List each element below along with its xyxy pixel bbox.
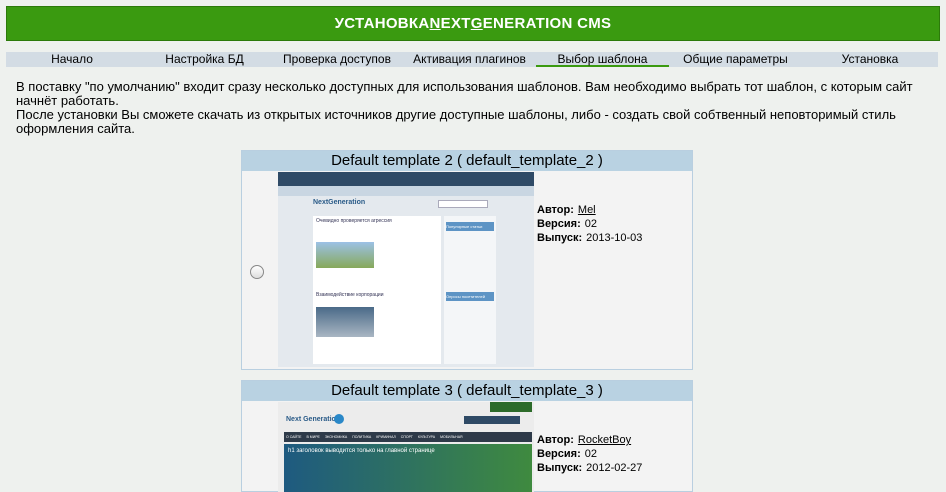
template-radio[interactable] <box>250 265 264 279</box>
preview-nav-item: ПОЛИТИКА <box>352 435 372 439</box>
author-label: Автор: <box>537 204 574 216</box>
preview-nav-item: О САЙТЕ <box>286 435 302 439</box>
version-row: Версия: 02 <box>537 447 642 461</box>
preview-social-icons <box>490 402 532 412</box>
tab-db-settings[interactable]: Настройка БД <box>138 52 271 67</box>
preview-logo: Next Generation <box>286 416 341 423</box>
release-row: Выпуск: 2012-02-27 <box>537 461 642 475</box>
page-header: УСТАНОВКА N EXT G ENERATION CMS <box>6 6 940 41</box>
preview-nav: О САЙТЕ В МИРЕ ЭКОНОМИКА ПОЛИТИКА КРИМИНАЛ СП… <box>284 432 532 442</box>
intro-paragraph: В поставку "по умолчанию" входит сразу н… <box>16 79 913 108</box>
intro-paragraph: После установки Вы сможете скачать из от… <box>16 107 896 136</box>
version-label: Версия: <box>537 218 581 230</box>
preview-cloud-band <box>278 186 534 196</box>
preview-post-title: Очевидно проверяется агрессия <box>316 218 392 224</box>
preview-widget-title: Опросы посетителей <box>446 292 494 301</box>
preview-search <box>464 416 520 424</box>
header-title-part: ENERATION CMS <box>482 15 612 32</box>
release-label: Выпуск: <box>537 232 583 244</box>
author-row: Автор: RocketBoy <box>537 433 642 447</box>
preview-post-image <box>316 307 374 337</box>
preview-post-title: Взаимодействие корпорации <box>316 292 384 298</box>
template-preview-image[interactable]: NextGeneration Очевидно проверяется агре… <box>278 172 534 367</box>
release-value: 2012-02-27 <box>586 462 643 474</box>
header-title-part: N <box>429 15 441 32</box>
preview-sidebar <box>444 216 496 364</box>
version-row: Версия: 02 <box>537 217 642 231</box>
preview-nav-item: КУЛЬТУРА <box>417 435 436 439</box>
intro-text: В поставку "по умолчанию" входит сразу н… <box>16 80 936 136</box>
preview-logo-icon <box>334 414 344 424</box>
tab-access-check[interactable]: Проверка доступов <box>271 52 403 67</box>
author-link[interactable]: Mel <box>578 204 596 216</box>
preview-search <box>438 200 488 208</box>
version-label: Версия: <box>537 448 581 460</box>
author-link[interactable]: RocketBoy <box>578 434 631 446</box>
template-title: Default template 2 ( default_template_2 … <box>242 151 692 171</box>
preview-logo: NextGeneration <box>313 199 366 206</box>
preview-post-image <box>316 242 374 268</box>
preview-main <box>313 216 441 364</box>
header-title-part: УСТАНОВКА <box>334 15 430 32</box>
author-row: Автор: Mel <box>537 203 642 217</box>
version-value: 02 <box>584 218 597 230</box>
template-title: Default template 3 ( default_template_3 … <box>242 381 692 401</box>
tab-general-params[interactable]: Общие параметры <box>669 52 802 67</box>
preview-headline: h1 заголовок выводится только на главной… <box>288 448 435 454</box>
release-row: Выпуск: 2013-10-03 <box>537 231 642 245</box>
template-meta: Автор: Mel Версия: 02 Выпуск: 2013-10-03 <box>537 203 642 245</box>
preview-nav-item: ЭКОНОМИКА <box>324 435 348 439</box>
template-card: Default template 3 ( default_template_3 … <box>241 380 693 492</box>
preview-nav-item: МОБИЛЬНАЯ <box>440 435 463 439</box>
preview-nav-item: СПОРТ <box>400 435 413 439</box>
header-title-part: EXT <box>440 15 471 32</box>
step-tabs: Начало Настройка БД Проверка доступов Ак… <box>6 52 938 67</box>
preview-nav-item: КРИМИНАЛ <box>376 435 396 439</box>
tab-plugin-activation[interactable]: Активация плагинов <box>403 52 536 67</box>
author-label: Автор: <box>537 434 574 446</box>
template-meta: Автор: RocketBoy Версия: 02 Выпуск: 2012-02… <box>537 433 642 475</box>
header-title-part: G <box>470 15 483 32</box>
preview-widget-title: Популярные статьи <box>446 222 494 231</box>
preview-topbar <box>278 172 534 186</box>
preview-nav-item: В МИРЕ <box>306 435 320 439</box>
release-value: 2013-10-03 <box>586 232 643 244</box>
tab-install[interactable]: Установка <box>802 52 938 67</box>
version-value: 02 <box>584 448 597 460</box>
template-card: Default template 2 ( default_template_2 … <box>241 150 693 370</box>
tab-template-select[interactable]: Выбор шаблона <box>536 52 669 67</box>
tab-start[interactable]: Начало <box>6 52 138 67</box>
release-label: Выпуск: <box>537 462 583 474</box>
